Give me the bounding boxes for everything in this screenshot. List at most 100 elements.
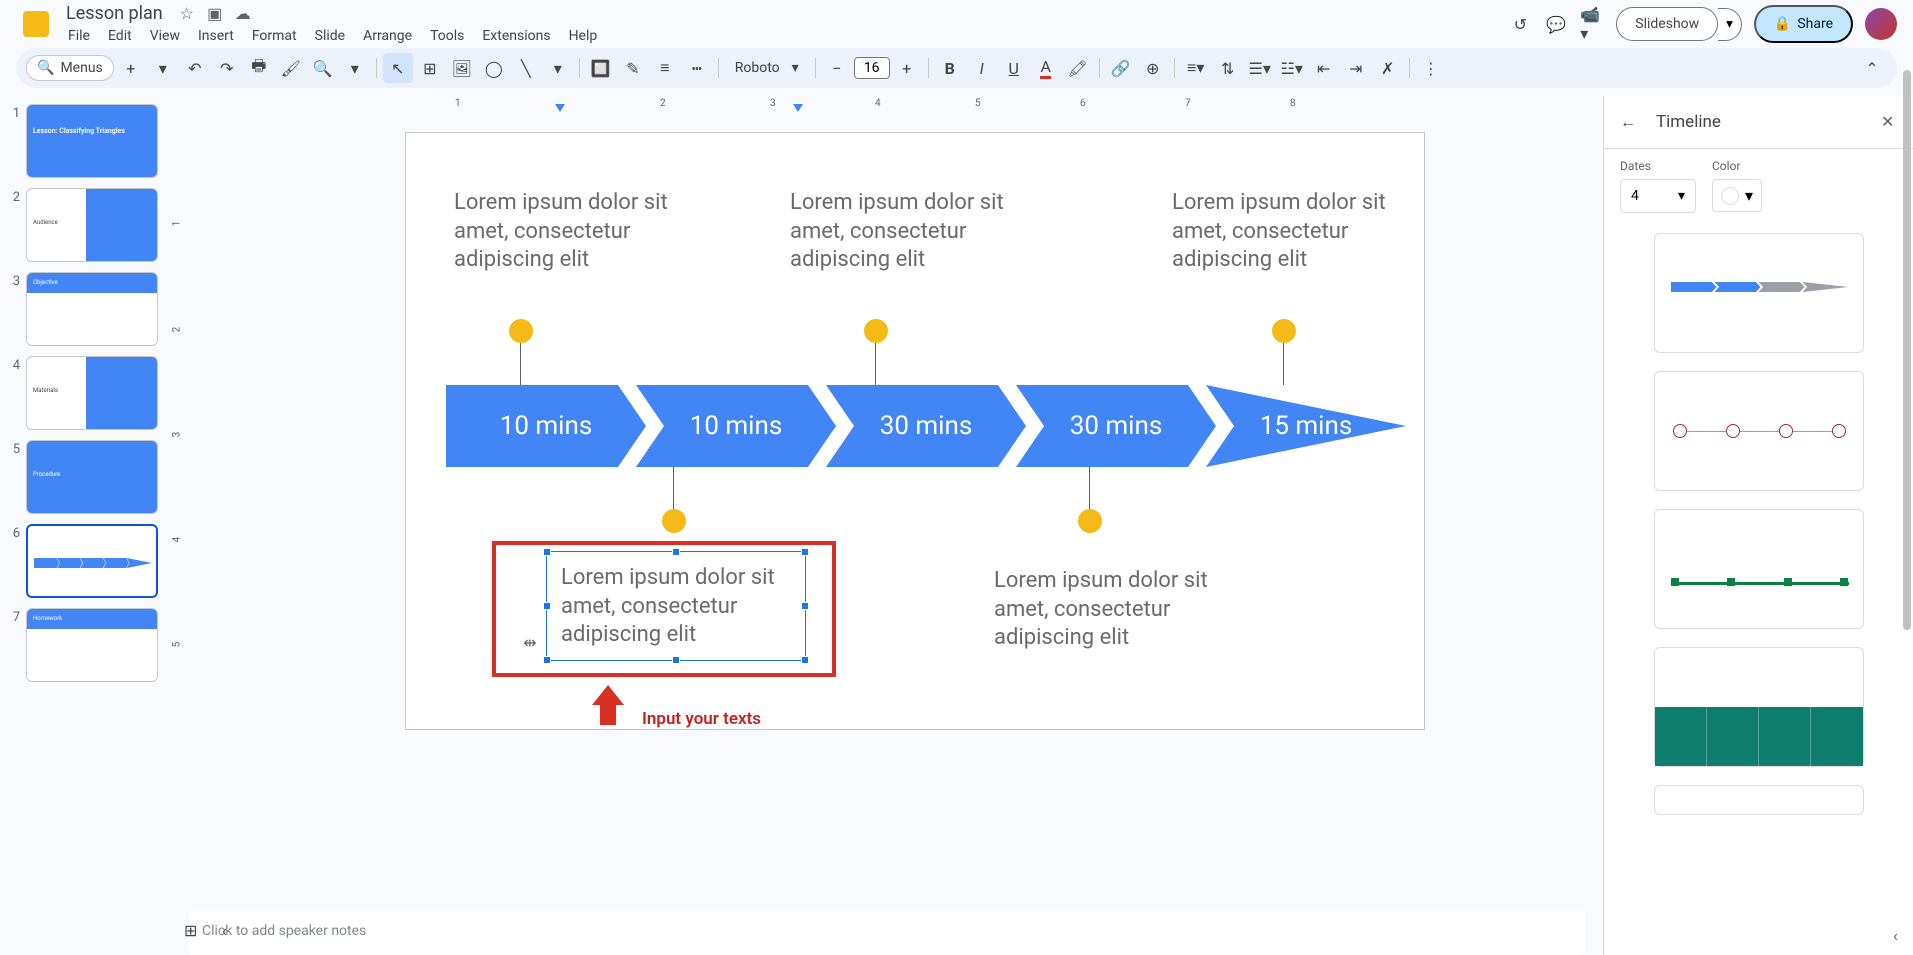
horizontal-ruler[interactable]: 1 2 3 4 5 6 7 8 xyxy=(170,96,1603,114)
template-option-3[interactable] xyxy=(1654,509,1864,629)
print-button[interactable]: 🖶 xyxy=(244,53,274,83)
color-select[interactable]: ▾ xyxy=(1712,179,1762,212)
timeline-arrow[interactable]: 10 mins 10 mins 30 mins 30 mins 15 mins xyxy=(446,385,1406,467)
arrow-segment-1[interactable]: 10 mins xyxy=(446,385,646,467)
underline-button[interactable]: U xyxy=(999,53,1029,83)
slides-logo[interactable] xyxy=(16,4,56,44)
arrow-segment-3[interactable]: 30 mins xyxy=(826,385,1026,467)
timeline-connector[interactable] xyxy=(673,467,674,509)
timeline-dot[interactable] xyxy=(662,509,686,533)
indent-decrease-button[interactable]: ⇤ xyxy=(1309,53,1339,83)
thumbnail-slide-3[interactable]: Objective xyxy=(26,272,158,346)
font-size-decrease[interactable]: − xyxy=(822,53,852,83)
paint-format-button[interactable]: 🖌 xyxy=(276,53,306,83)
back-icon[interactable]: ← xyxy=(1616,110,1640,134)
timeline-text-3[interactable]: Lorem ipsum dolor sit amet, consectetur … xyxy=(1172,189,1412,275)
timeline-connector[interactable] xyxy=(875,343,876,385)
thumbnail-slide-4[interactable]: Materials xyxy=(26,356,158,430)
line-spacing-button[interactable]: ⇅ xyxy=(1213,53,1243,83)
italic-button[interactable]: I xyxy=(967,53,997,83)
number-list-button[interactable]: ☳▾ xyxy=(1277,53,1307,83)
scrollbar-thumb[interactable] xyxy=(1903,70,1911,630)
link-button[interactable]: 🔗 xyxy=(1106,53,1136,83)
font-family-select[interactable]: Roboto ▾ xyxy=(725,56,809,80)
thumbnail-slide-2[interactable]: Audience xyxy=(26,188,158,262)
meet-icon[interactable]: 📹▾ xyxy=(1580,12,1604,36)
slideshow-dropdown[interactable]: ▾ xyxy=(1718,8,1742,41)
menus-search[interactable]: 🔍 Menus xyxy=(26,55,114,81)
menu-slide[interactable]: Slide xyxy=(307,24,353,48)
thumbnail-slide-7[interactable]: Homework xyxy=(26,608,158,682)
border-weight-button[interactable]: ≡ xyxy=(650,53,680,83)
line-tool[interactable]: ╲ xyxy=(511,53,541,83)
border-dash-button[interactable]: ┅ xyxy=(682,53,712,83)
speaker-notes[interactable]: Click to add speaker notes xyxy=(188,911,1585,955)
comment-button[interactable]: ⊕ xyxy=(1138,53,1168,83)
timeline-text-5[interactable]: Lorem ipsum dolor sit amet, consectetur … xyxy=(994,567,1234,653)
collapse-filmstrip-icon[interactable]: ‹ xyxy=(222,921,246,945)
shape-tool[interactable]: ◯ xyxy=(479,53,509,83)
filmstrip[interactable]: 1 Lesson: Classifying Triangles 2 Audien… xyxy=(0,96,170,955)
cloud-status-icon[interactable]: ☁ xyxy=(233,3,253,23)
timeline-dot[interactable] xyxy=(509,319,533,343)
collapse-toolbar-button[interactable]: ⌃ xyxy=(1857,53,1887,83)
timeline-dot[interactable] xyxy=(864,319,888,343)
indent-increase-button[interactable]: ⇥ xyxy=(1341,53,1371,83)
menu-extensions[interactable]: Extensions xyxy=(474,24,558,48)
comments-icon[interactable]: 💬 xyxy=(1544,12,1568,36)
new-slide-dropdown[interactable]: ▾ xyxy=(148,53,178,83)
select-tool[interactable]: ↖ xyxy=(383,53,413,83)
slide-canvas[interactable]: Lorem ipsum dolor sit amet, consectetur … xyxy=(405,132,1425,730)
menu-tools[interactable]: Tools xyxy=(422,24,472,48)
thumbnail-slide-1[interactable]: Lesson: Classifying Triangles xyxy=(26,104,158,178)
template-option-5[interactable] xyxy=(1654,785,1864,815)
new-slide-button[interactable]: + xyxy=(116,53,146,83)
menu-arrange[interactable]: Arrange xyxy=(355,24,420,48)
highlight-button[interactable]: 🖍 xyxy=(1063,53,1093,83)
thumbnail-slide-6[interactable] xyxy=(26,524,158,598)
scrollbar[interactable] xyxy=(1901,0,1913,955)
line-dropdown[interactable]: ▾ xyxy=(543,53,573,83)
border-color-button[interactable]: ✎ xyxy=(618,53,648,83)
timeline-text-1[interactable]: Lorem ipsum dolor sit amet, consectetur … xyxy=(454,189,694,275)
move-icon[interactable]: ▣ xyxy=(205,3,225,23)
canvas-wrapper[interactable]: Lorem ipsum dolor sit amet, consectetur … xyxy=(170,114,1603,909)
arrow-segment-2[interactable]: 10 mins xyxy=(636,385,836,467)
thumbnail-slide-5[interactable]: Procedure xyxy=(26,440,158,514)
text-color-button[interactable]: A xyxy=(1031,53,1061,83)
template-option-1[interactable] xyxy=(1654,233,1864,353)
undo-button[interactable]: ↶ xyxy=(180,53,210,83)
grid-view-icon[interactable]: ⊞ xyxy=(184,921,208,945)
more-button[interactable]: ⋮ xyxy=(1416,53,1446,83)
template-list[interactable] xyxy=(1616,223,1901,941)
timeline-dot[interactable] xyxy=(1272,319,1296,343)
dates-select[interactable]: 4 ▾ xyxy=(1620,179,1696,213)
font-size-input[interactable] xyxy=(854,57,890,79)
zoom-button[interactable]: 🔍 xyxy=(308,53,338,83)
menu-file[interactable]: File xyxy=(60,24,98,48)
user-avatar[interactable] xyxy=(1865,8,1897,40)
timeline-dot[interactable] xyxy=(1078,509,1102,533)
document-title[interactable]: Lesson plan xyxy=(60,1,169,26)
timeline-connector[interactable] xyxy=(1089,467,1090,509)
menu-edit[interactable]: Edit xyxy=(100,24,140,48)
star-icon[interactable]: ☆ xyxy=(177,3,197,23)
timeline-connector[interactable] xyxy=(1283,343,1284,385)
image-tool[interactable]: 🖼 xyxy=(447,53,477,83)
clear-formatting-button[interactable]: ✗ xyxy=(1373,53,1403,83)
menu-help[interactable]: Help xyxy=(561,24,606,48)
indent-marker[interactable] xyxy=(555,104,565,112)
bullet-list-button[interactable]: ☰▾ xyxy=(1245,53,1275,83)
history-icon[interactable]: ↺ xyxy=(1508,12,1532,36)
share-button[interactable]: 🔒 Share xyxy=(1754,5,1853,43)
template-option-2[interactable] xyxy=(1654,371,1864,491)
side-panel-collapse-icon[interactable]: ‹ xyxy=(1893,923,1913,947)
align-button[interactable]: ≡▾ xyxy=(1181,53,1211,83)
timeline-text-2[interactable]: Lorem ipsum dolor sit amet, consectetur … xyxy=(790,189,1030,275)
indent-marker[interactable] xyxy=(793,104,803,112)
menu-view[interactable]: View xyxy=(142,24,188,48)
redo-button[interactable]: ↷ xyxy=(212,53,242,83)
menu-insert[interactable]: Insert xyxy=(190,24,242,48)
bold-button[interactable]: B xyxy=(935,53,965,83)
close-icon[interactable]: ✕ xyxy=(1881,112,1901,132)
